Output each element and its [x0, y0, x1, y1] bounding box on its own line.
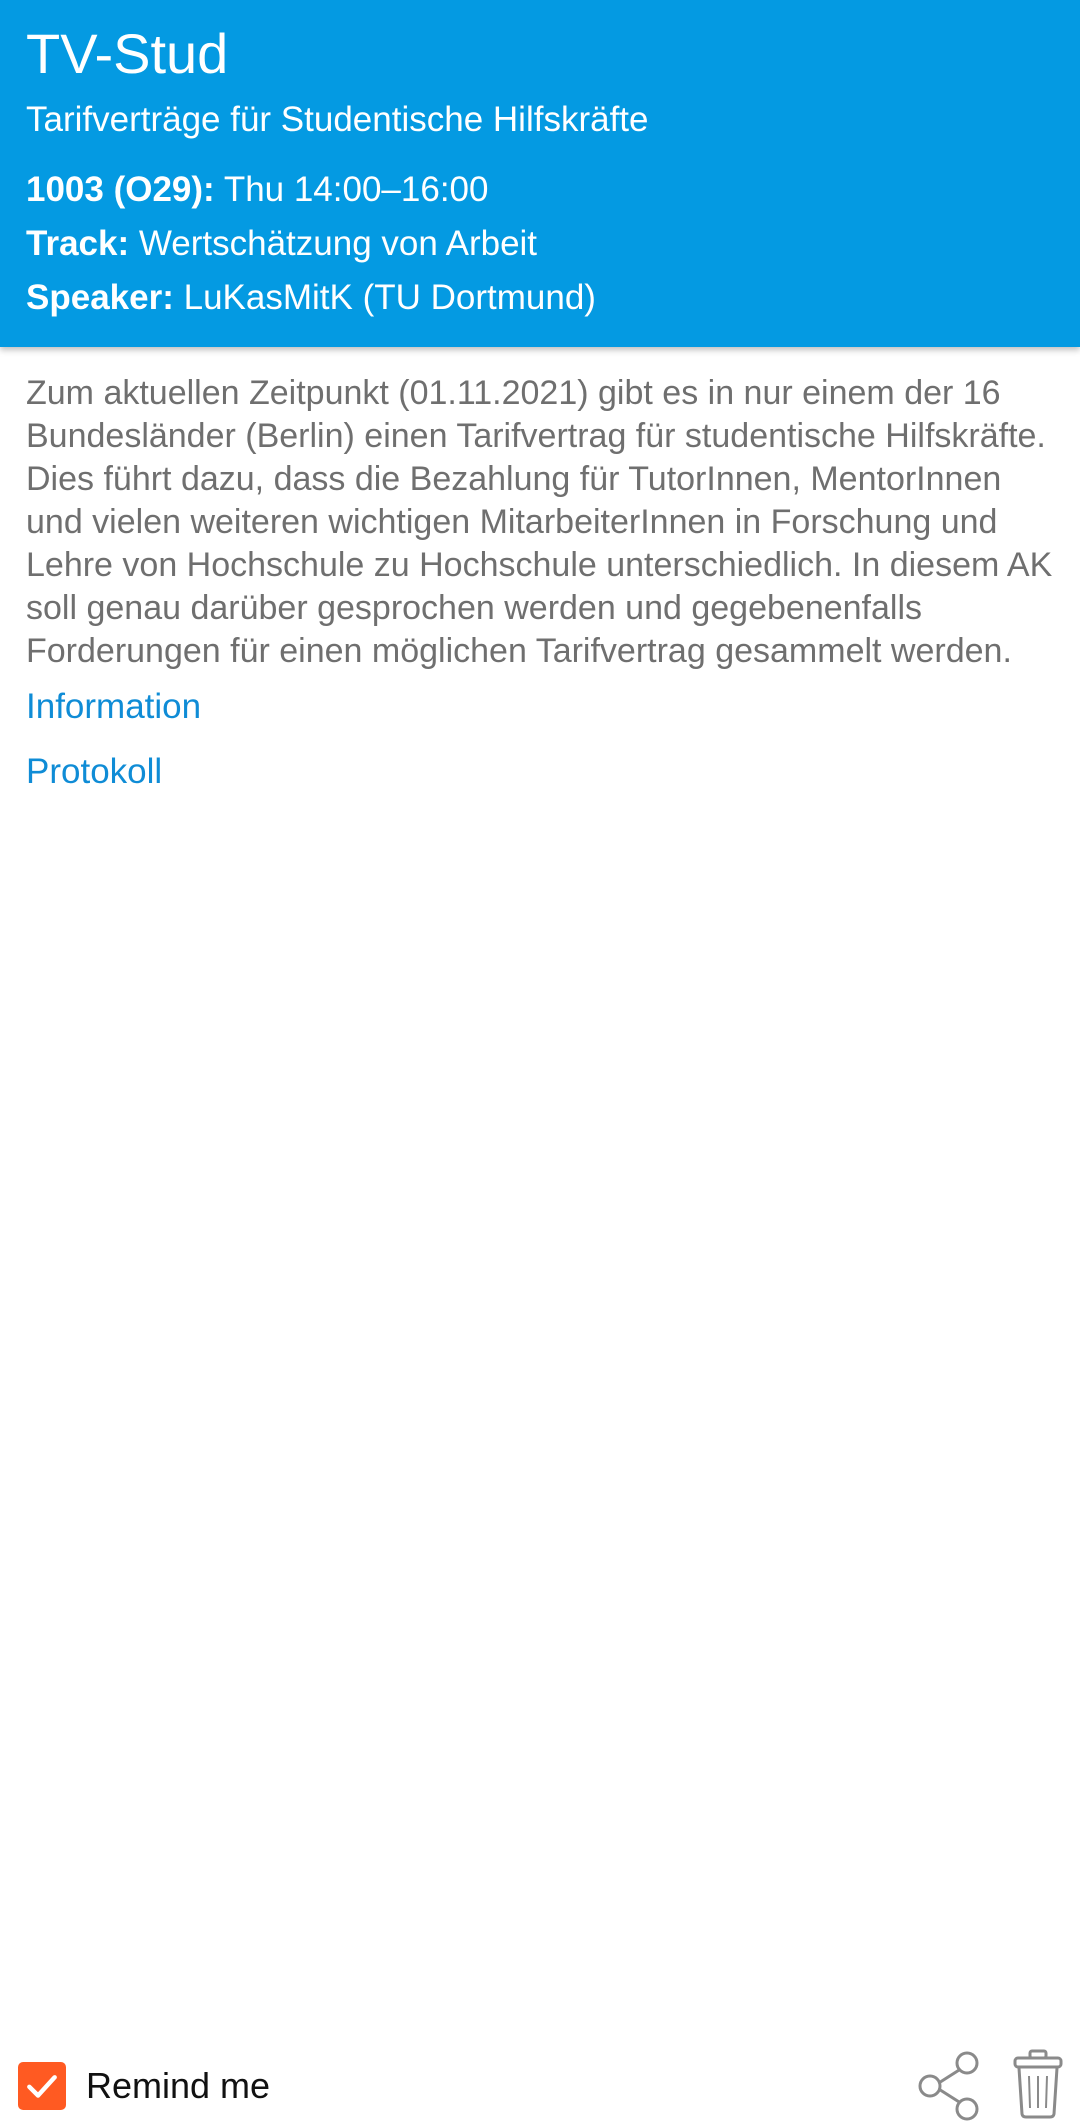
session-title: TV-Stud	[26, 22, 229, 85]
remind-label: Remind me	[86, 2065, 271, 2106]
speaker-row: Speaker: LuKasMitK (TU Dortmund)	[26, 276, 1054, 320]
share-button[interactable]	[915, 2050, 985, 2122]
remind-checkbox[interactable]	[18, 2062, 66, 2110]
information-link[interactable]: Information	[26, 685, 1056, 729]
room-time-row: 1003 (O29): Thu 14:00–16:00	[26, 168, 1054, 212]
room-time-value: Thu 14:00–16:00	[223, 170, 489, 209]
share-icon	[918, 2051, 979, 2121]
speaker-label: Speaker:	[26, 278, 174, 317]
remind-me-toggle[interactable]: Remind me	[18, 2062, 270, 2110]
session-abstract: Zum aktuellen Zeitpunkt (01.11.2021) gib…	[26, 374, 1053, 670]
bottom-action-bar: Remind me	[0, 2046, 1080, 2128]
delete-button[interactable]	[1012, 2048, 1064, 2120]
session-header: TV-Stud Tarifverträge für Studentische H…	[0, 0, 1080, 347]
track-row: Track: Wertschätzung von Arbeit	[26, 222, 1054, 266]
protokoll-link[interactable]: Protokoll	[26, 750, 1056, 794]
speaker-value: LuKasMitK (TU Dortmund)	[183, 278, 596, 317]
checkmark-icon	[27, 2075, 57, 2098]
session-details: Zum aktuellen Zeitpunkt (01.11.2021) gib…	[26, 372, 1056, 794]
session-subtitle: Tarifverträge für Studentische Hilfskräf…	[26, 100, 649, 139]
room-time-label: 1003 (O29):	[26, 170, 215, 209]
track-label: Track:	[26, 224, 130, 263]
track-value: Wertschätzung von Arbeit	[138, 224, 538, 263]
trash-icon	[1013, 2049, 1063, 2119]
